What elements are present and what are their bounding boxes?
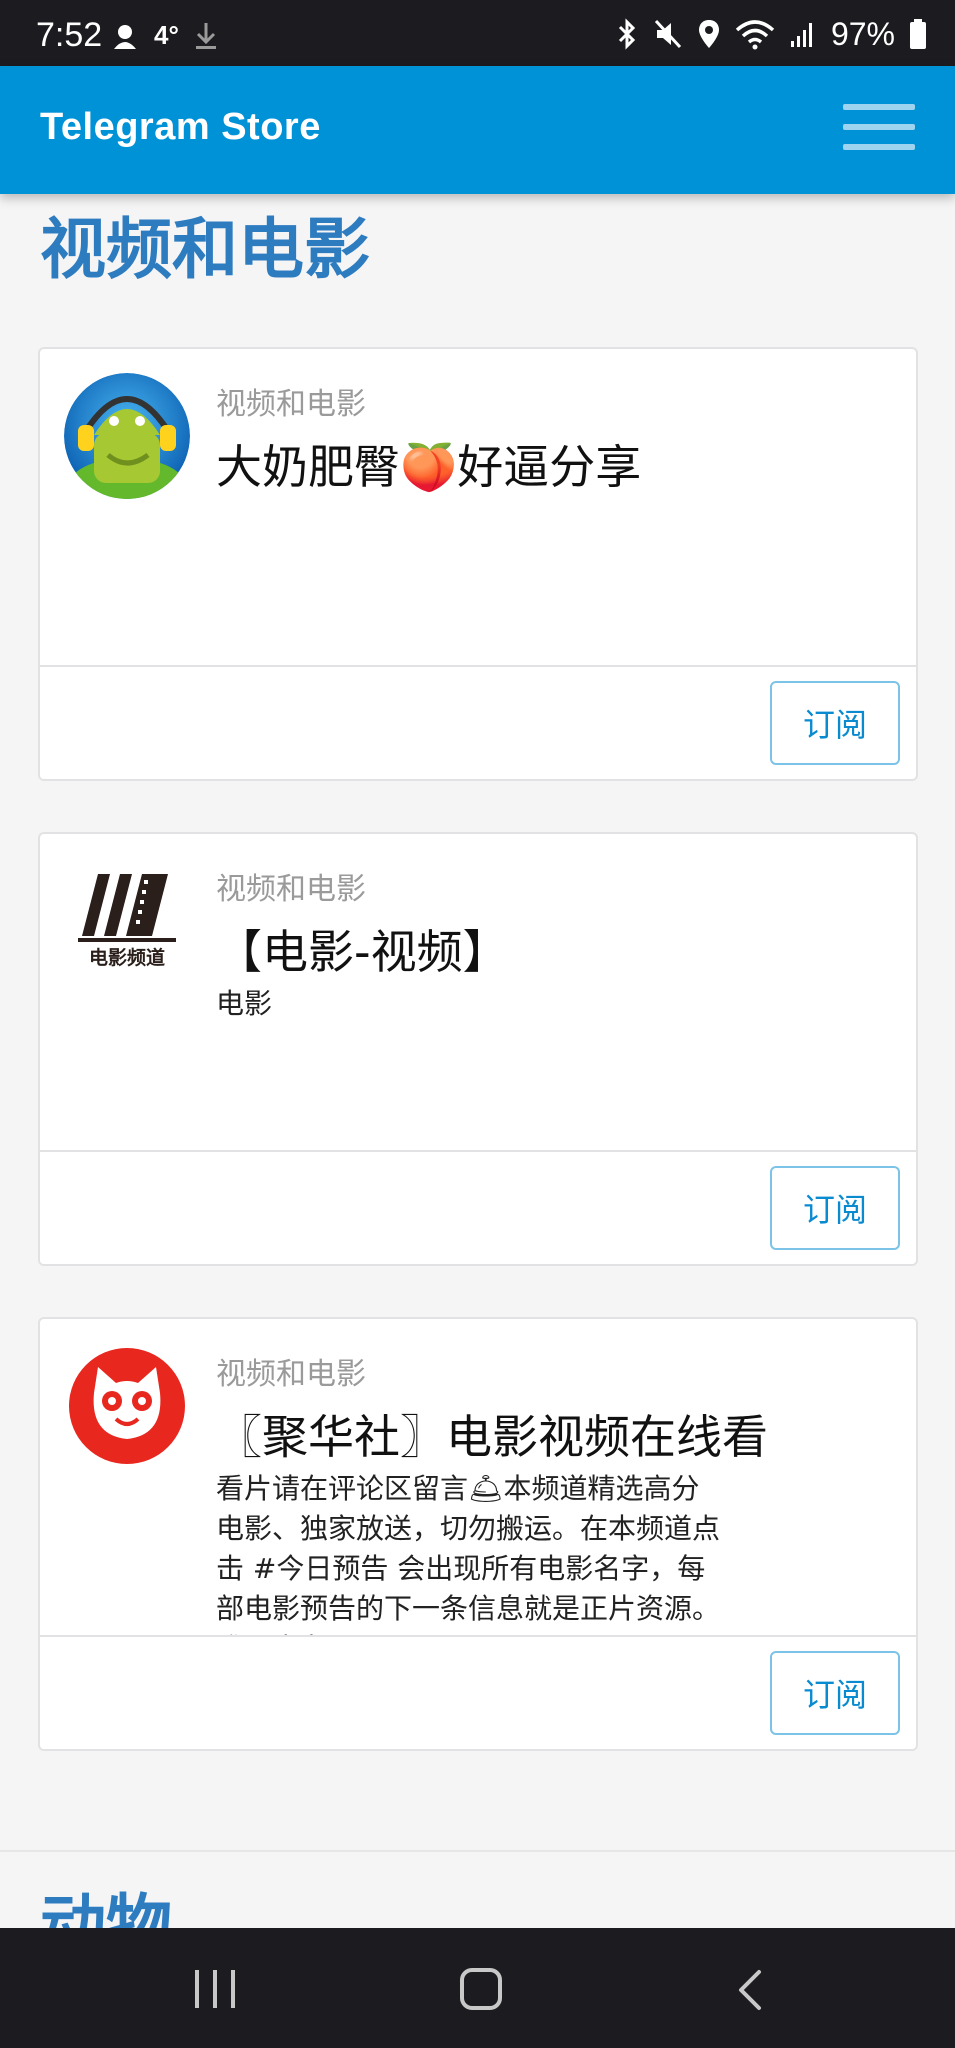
status-bar: 7:52 4° 97% <box>0 0 955 66</box>
card-category: 视频和电影 <box>216 872 366 907</box>
back-icon[interactable] <box>735 1968 765 2012</box>
channel-card: 视频和电影 〖聚华社〗电影视频在线看 看片请在评论区留言🛎本频道精选高分电影、独… <box>38 1317 918 1751</box>
android-headphones-avatar <box>64 373 190 499</box>
card-title: 大奶肥臀🍑好逼分享 <box>216 440 642 494</box>
card-body[interactable]: 视频和电影 〖聚华社〗电影视频在线看 看片请在评论区留言🛎本频道精选高分电影、独… <box>40 1319 916 1635</box>
card-description: 电影 <box>216 987 273 1020</box>
status-temperature: 4° <box>154 20 179 50</box>
card-title: 〖聚华社〗电影视频在线看 <box>216 1410 768 1464</box>
channel-card: 电影频道 视频和电影 【电影-视频】 电影 订阅 <box>38 832 918 1266</box>
hamburger-menu-icon[interactable] <box>843 104 915 154</box>
signal-icon <box>790 23 812 47</box>
card-body[interactable]: 视频和电影 大奶肥臀🍑好逼分享 <box>40 349 916 665</box>
section-divider <box>0 1850 955 1852</box>
card-footer: 订阅 <box>40 665 916 779</box>
logo-text: 电影频道 <box>89 946 165 969</box>
navigation-bar <box>0 1928 955 2048</box>
subscribe-button[interactable]: 订阅 <box>770 1166 900 1250</box>
wifi-icon <box>735 20 775 50</box>
card-footer: 订阅 <box>40 1150 916 1264</box>
card-category: 视频和电影 <box>216 387 366 422</box>
channel-card: 视频和电影 大奶肥臀🍑好逼分享 订阅 <box>38 347 918 781</box>
top-app-bar: Telegram Store <box>0 66 955 194</box>
recent-apps-icon[interactable] <box>195 1970 235 2010</box>
card-title: 【电影-视频】 <box>216 925 509 979</box>
mute-icon <box>654 19 682 49</box>
status-left-icons: 4° <box>110 20 219 51</box>
brand-title[interactable]: Telegram Store <box>40 106 321 149</box>
home-icon[interactable] <box>460 1968 502 2010</box>
card-description: 看片请在评论区留言🛎本频道精选高分电影、独家放送，切勿搬运。在本频道点击 #今日… <box>216 1472 721 1635</box>
card-footer: 订阅 <box>40 1635 916 1749</box>
location-icon <box>698 20 719 48</box>
subscribe-button[interactable]: 订阅 <box>770 1651 900 1735</box>
subscribe-button[interactable]: 订阅 <box>770 681 900 765</box>
notification-icon <box>114 24 136 49</box>
battery-icon <box>910 19 926 49</box>
card-body[interactable]: 电影频道 视频和电影 【电影-视频】 电影 <box>40 834 916 1150</box>
section-title: 视频和电影 <box>40 211 370 288</box>
cat-face-logo <box>64 1343 190 1469</box>
status-time: 7:52 <box>36 16 103 54</box>
bluetooth-icon <box>618 18 636 50</box>
status-right-icons: 97% <box>615 18 927 50</box>
battery-percent: 97% <box>830 16 895 52</box>
film-channel-logo: 电影频道 <box>64 858 190 984</box>
card-category: 视频和电影 <box>216 1357 366 1392</box>
download-icon <box>195 22 216 49</box>
